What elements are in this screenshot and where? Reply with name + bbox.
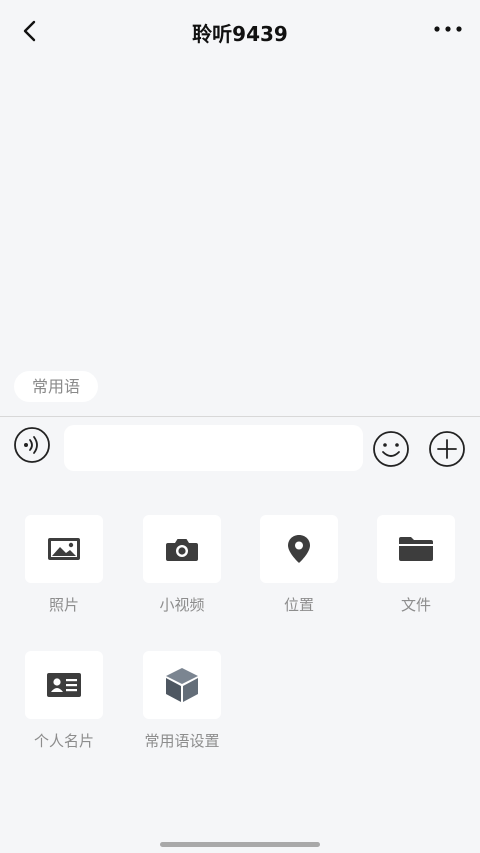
tool-tile bbox=[143, 515, 221, 583]
tool-label: 常用语设置 bbox=[144, 732, 220, 750]
voice-icon bbox=[14, 427, 50, 463]
tool-location[interactable]: 位置 bbox=[260, 515, 338, 615]
more-dots-icon bbox=[434, 26, 462, 32]
tool-tile bbox=[260, 515, 338, 583]
divider bbox=[0, 416, 480, 417]
contact-card-icon bbox=[47, 673, 81, 697]
tool-tile bbox=[143, 651, 221, 719]
home-indicator bbox=[160, 842, 320, 847]
voice-button[interactable] bbox=[13, 426, 51, 464]
message-input[interactable] bbox=[64, 425, 363, 471]
message-list bbox=[0, 60, 480, 370]
tool-photo[interactable]: 照片 bbox=[25, 515, 103, 615]
tool-tile bbox=[25, 515, 103, 583]
tool-contact-card[interactable]: 个人名片 bbox=[25, 651, 103, 751]
tool-tile bbox=[377, 515, 455, 583]
more-button[interactable] bbox=[430, 18, 466, 40]
quick-phrase-button[interactable]: 常用语 bbox=[14, 371, 99, 402]
emoji-button[interactable] bbox=[371, 429, 411, 469]
camera-icon bbox=[166, 539, 198, 561]
tool-phrase-settings[interactable]: 常用语设置 bbox=[143, 651, 221, 751]
nav-bar: 聆听9439 bbox=[0, 0, 480, 60]
cube-icon bbox=[166, 668, 198, 702]
emoji-icon bbox=[373, 431, 409, 467]
location-pin-icon bbox=[288, 535, 310, 563]
folder-icon bbox=[399, 537, 433, 561]
page-title: 聆听9439 bbox=[192, 22, 288, 46]
photo-icon bbox=[48, 538, 80, 560]
more-actions-button[interactable] bbox=[428, 430, 466, 468]
tool-file[interactable]: 文件 bbox=[377, 515, 455, 615]
tool-label: 文件 bbox=[400, 596, 431, 614]
tool-tile bbox=[25, 651, 103, 719]
tool-video[interactable]: 小视频 bbox=[143, 515, 221, 615]
plus-icon bbox=[429, 431, 465, 467]
